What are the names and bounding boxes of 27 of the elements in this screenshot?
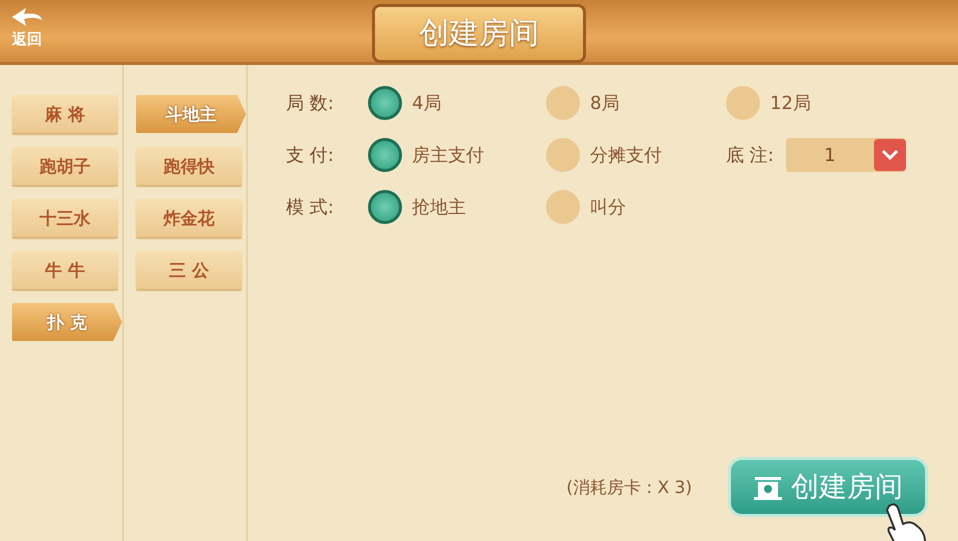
room-card-cost: (消耗房卡 : X 3): [566, 476, 692, 498]
back-arrow-icon: [10, 6, 44, 28]
chevron-down-icon: [880, 149, 899, 161]
option-label: 底 注:: [726, 144, 774, 167]
radio-option[interactable]: 抢地主: [368, 190, 546, 224]
game-tab[interactable]: 斗地主: [136, 95, 246, 133]
back-button[interactable]: 返回: [10, 6, 44, 49]
option-label: 支 付:: [286, 144, 335, 167]
option-label: 局 数:: [286, 92, 335, 115]
category-tab[interactable]: 牛 牛: [12, 251, 118, 289]
game-tab[interactable]: 跑得快: [136, 147, 242, 185]
radio-option[interactable]: 4局: [368, 86, 546, 120]
radio-option[interactable]: 8局: [546, 86, 726, 120]
bet-select[interactable]: 1: [786, 138, 906, 172]
category-tab[interactable]: 十三水: [12, 199, 118, 237]
dropdown-button[interactable]: [874, 139, 906, 171]
game-tab[interactable]: 炸金花: [136, 199, 242, 237]
game-tab[interactable]: 三 公: [136, 251, 242, 289]
page-title: 创建房间: [372, 4, 586, 63]
category-tab[interactable]: 扑 克: [12, 303, 122, 341]
option-label: 模 式:: [286, 196, 335, 219]
radio-option[interactable]: 叫分: [546, 190, 726, 224]
radio-option[interactable]: 12局: [726, 86, 916, 120]
radio-option[interactable]: 房主支付: [368, 138, 546, 172]
category-tab[interactable]: 麻 将: [12, 95, 118, 133]
radio-option[interactable]: 分摊支付: [546, 138, 726, 172]
category-tab[interactable]: 跑胡子: [12, 147, 118, 185]
